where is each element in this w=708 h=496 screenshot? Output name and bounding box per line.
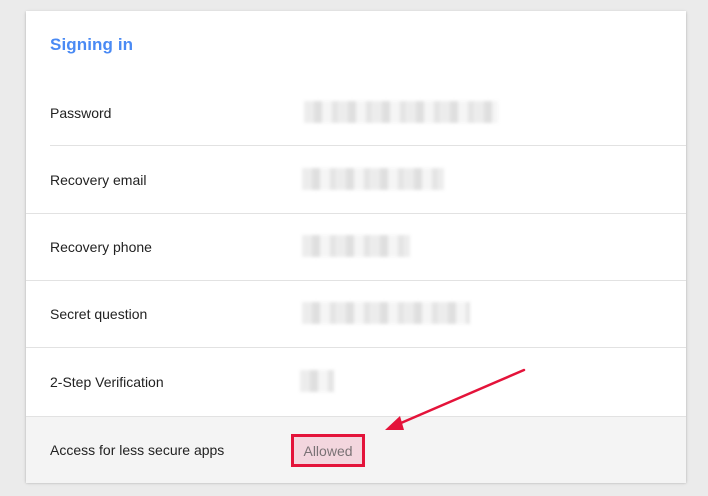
password-value-redacted <box>304 101 498 123</box>
password-label: Password <box>50 104 112 121</box>
two-step-verification-value-redacted <box>300 370 334 392</box>
recovery-email-label: Recovery email <box>50 171 147 188</box>
less-secure-apps-row[interactable]: Access for less secure apps Allowed <box>26 416 686 483</box>
recovery-email-value-redacted <box>302 168 444 190</box>
recovery-phone-row[interactable]: Recovery phone <box>26 213 686 281</box>
recovery-email-row[interactable]: Recovery email <box>26 146 686 214</box>
secret-question-label: Secret question <box>50 305 148 322</box>
secret-question-row[interactable]: Secret question <box>26 280 686 348</box>
password-row[interactable]: Password <box>26 79 686 146</box>
two-step-verification-row[interactable]: 2-Step Verification <box>26 348 686 415</box>
secret-question-value-redacted <box>302 302 470 324</box>
section-title: Signing in <box>50 35 134 54</box>
two-step-verification-label: 2-Step Verification <box>50 373 164 390</box>
recovery-phone-label: Recovery phone <box>50 238 152 255</box>
allowed-status-highlight[interactable]: Allowed <box>291 434 365 467</box>
signing-in-card: Signing in Password Recovery email Recov… <box>26 11 686 483</box>
less-secure-apps-label: Access for less secure apps <box>50 442 225 458</box>
allowed-status-text: Allowed <box>303 442 353 459</box>
recovery-phone-value-redacted <box>302 235 410 257</box>
